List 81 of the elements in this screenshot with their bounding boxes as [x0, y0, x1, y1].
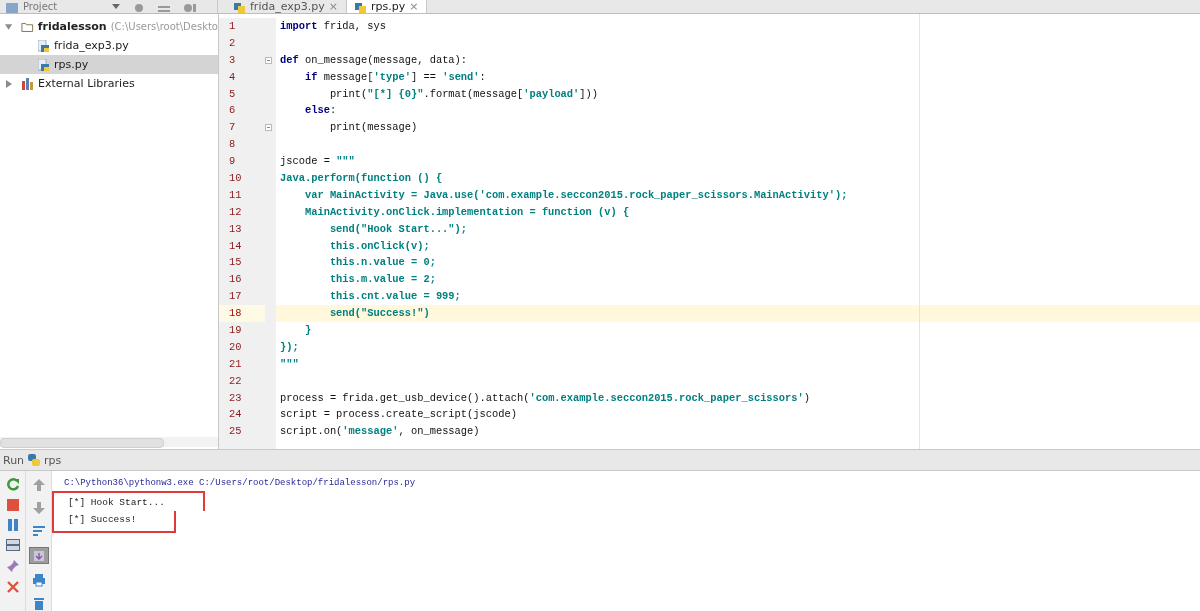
scroll-to-end-icon[interactable]	[28, 547, 49, 565]
console-output: [*] Success!	[68, 513, 137, 527]
line-number: 14	[229, 239, 242, 252]
line-number: 9	[229, 155, 236, 168]
python-file-icon	[38, 39, 50, 52]
expand-arrow-icon[interactable]	[5, 22, 13, 31]
folder-icon	[21, 20, 34, 33]
code-line: send("Success!")	[328, 307, 430, 320]
pin-icon[interactable]	[5, 559, 20, 573]
pause-icon[interactable]	[6, 519, 19, 531]
run-config-name[interactable]: rps	[44, 453, 62, 467]
fold-marker-icon[interactable]	[265, 124, 272, 132]
code-line: this.m.value = 2;	[328, 273, 436, 286]
fold-marker-icon[interactable]	[265, 56, 272, 64]
line-number: 23	[229, 391, 242, 404]
code-line: send("Hook Start...");	[328, 222, 468, 235]
code-line: this.onClick(v);	[328, 239, 430, 252]
code-line: print("[*] {0}".format(message['payload']))	[328, 87, 599, 100]
line-number: 12	[229, 205, 242, 218]
editor-tab[interactable]: rps.py ×	[346, 0, 428, 13]
tree-item[interactable]: External Libraries	[0, 74, 218, 93]
line-number: 3	[229, 53, 236, 66]
line-number: 6	[229, 104, 236, 117]
caret-icon[interactable]	[112, 4, 121, 10]
code-line: MainActivity.onClick.implementation = function (v) {	[303, 205, 630, 218]
code-line: def on_message(message, data):	[280, 53, 468, 66]
code-line: var MainActivity = Java.use('com.example.seccon2015.rock_paper_scissors.MainActivity');	[303, 188, 848, 201]
line-number: 2	[229, 36, 236, 49]
code-line: script = process.create_script(jscode)	[280, 408, 517, 421]
stop-icon[interactable]	[6, 499, 19, 511]
line-number: 25	[229, 425, 242, 438]
line-number: 13	[229, 222, 242, 235]
code-line: this.n.value = 0;	[328, 256, 436, 269]
editor-tab[interactable]: frida_exp3.py ×	[226, 0, 347, 13]
line-number: 8	[229, 138, 236, 151]
line-number: 11	[229, 188, 242, 201]
line-number: 15	[229, 256, 242, 269]
code-line: jscode = """	[280, 155, 355, 168]
python-file-icon	[354, 3, 367, 13]
rerun-icon[interactable]	[5, 477, 20, 491]
line-number: 5	[229, 87, 236, 100]
code-line: script.on('message', on_message)	[280, 425, 480, 438]
line-number: 22	[229, 374, 242, 387]
line-number: 4	[229, 70, 236, 83]
code-line: }	[303, 324, 312, 337]
code-line: process = frida.get_usb_device().attach('com.example.seccon2015.rock_paper_scissors')	[280, 391, 811, 404]
code-line: else:	[303, 104, 337, 117]
python-icon	[27, 453, 42, 467]
line-number: 16	[229, 273, 242, 286]
run-panel-label[interactable]: Run	[3, 453, 25, 467]
line-number: 24	[229, 408, 242, 421]
line-number: 10	[229, 172, 242, 184]
code-line: if message['type'] == 'send':	[303, 70, 486, 83]
python-file-icon	[234, 3, 246, 13]
project-view-label[interactable]: Project	[23, 1, 58, 13]
code-line: this.cnt.value = 999;	[328, 290, 461, 303]
line-number: 7	[229, 121, 236, 134]
project-icon	[6, 3, 18, 13]
console-output: [*] Hook Start...	[68, 496, 165, 510]
line-number: 21	[229, 357, 242, 370]
code-line: import frida, sys	[280, 20, 386, 32]
python-file-icon	[38, 58, 50, 71]
layout-icon[interactable]	[5, 539, 20, 551]
tree-item[interactable]: rps.py	[0, 55, 218, 74]
line-number: 20	[229, 340, 242, 353]
code-line: });	[280, 340, 299, 353]
tree-item[interactable]: frida_exp3.py	[0, 36, 218, 55]
scrollbar-thumb[interactable]	[0, 438, 164, 448]
library-icon	[22, 77, 34, 90]
console-command: C:\Python36\pythonw3.exe C:/Users/root/Desktop/fridalesson/rps.py	[64, 477, 416, 490]
code-line: Java.perform(function () {	[280, 172, 443, 184]
tree-item[interactable]: fridalesson (C:\Users\root\Deskto	[0, 17, 218, 36]
code-line: """	[280, 357, 299, 370]
code-line: print(message)	[328, 121, 418, 134]
close-icon[interactable]	[6, 581, 19, 593]
line-number: 1	[229, 20, 236, 32]
line-number: 19	[229, 324, 242, 337]
collapse-icon[interactable]	[158, 4, 171, 12]
line-number: 17	[229, 290, 242, 303]
expand-arrow-icon[interactable]	[5, 79, 13, 88]
close-icon[interactable]: ×	[409, 1, 419, 13]
